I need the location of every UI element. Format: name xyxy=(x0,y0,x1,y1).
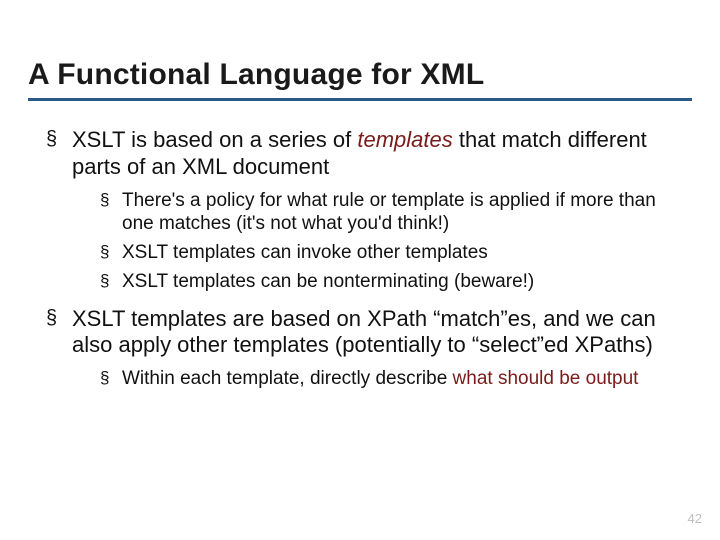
bullet-text: XSLT templates can invoke other template… xyxy=(122,242,488,263)
keyword-italic: templates xyxy=(357,127,452,152)
list-item: XSLT templates can invoke other template… xyxy=(100,241,692,265)
bullet-text: Within each template, directly describe xyxy=(122,368,453,389)
bullet-list: XSLT is based on a series of templates t… xyxy=(46,127,692,391)
sub-bullet-list: There's a policy for what rule or templa… xyxy=(100,189,692,294)
bullet-text: XSLT is based on a series of xyxy=(72,127,357,152)
keyword-colored: what should be output xyxy=(453,368,639,389)
bullet-text: XSLT templates are based on XPath “match… xyxy=(72,306,656,358)
list-item: There's a policy for what rule or templa… xyxy=(100,189,692,237)
bullet-text: XSLT templates can be nonterminating (be… xyxy=(122,271,534,292)
sub-bullet-list: Within each template, directly describe … xyxy=(100,367,692,391)
page-number: 42 xyxy=(688,511,702,526)
bullet-text: There's a policy for what rule or templa… xyxy=(122,190,656,235)
list-item: XSLT templates can be nonterminating (be… xyxy=(100,270,692,294)
list-item: XSLT is based on a series of templates t… xyxy=(46,127,692,294)
slide-title: A Functional Language for XML xyxy=(28,58,692,101)
list-item: XSLT templates are based on XPath “match… xyxy=(46,306,692,391)
list-item: Within each template, directly describe … xyxy=(100,367,692,391)
